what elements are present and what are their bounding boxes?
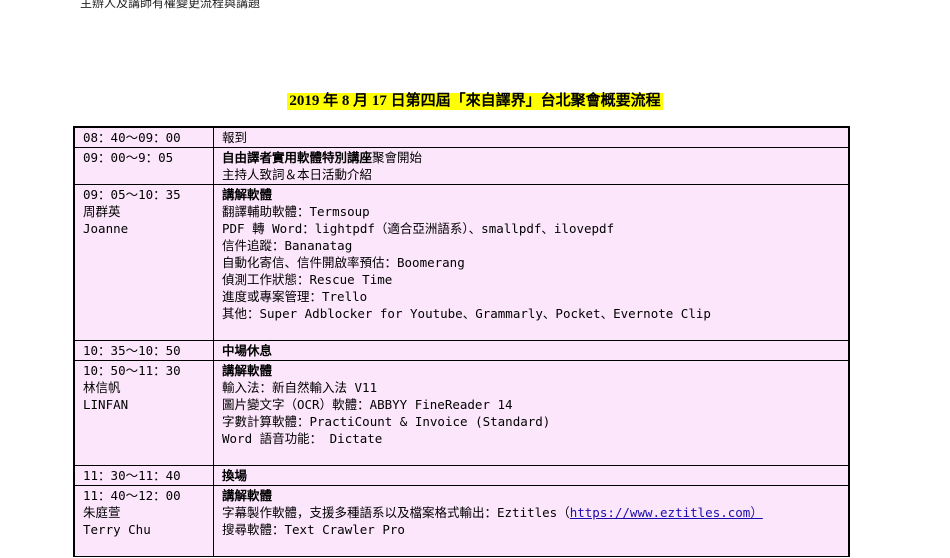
content-cell: 報到	[213, 126, 850, 148]
time-cell: 11：30～11：40	[73, 465, 214, 486]
time-cell: 09：00～9：05	[73, 147, 214, 185]
content-line: Word 語音功能： Dictate	[222, 431, 383, 446]
content-cell: 講解軟體 字幕製作軟體，支援多種語系以及檔案格式輸出：Eztitles（http…	[213, 485, 850, 557]
time-range: 09：05～10：35	[83, 187, 181, 202]
session-heading-line: 自由譯者實用軟體特別講座聚會開始	[222, 149, 842, 166]
time-range: 11：40～12：00	[83, 488, 181, 503]
table-row: 11：40～12：00 朱庭萱 Terry Chu 講解軟體 字幕製作軟體，支援…	[73, 485, 850, 557]
content-line: 信件追蹤：Bananatag	[222, 238, 353, 253]
speaker-name: 林信帆	[83, 380, 121, 395]
session-heading: 講解軟體	[222, 187, 273, 202]
session-heading: 講解軟體	[222, 363, 273, 378]
table-row: 09：00～9：05 自由譯者實用軟體特別講座聚會開始 主持人致詞＆本日活動介紹	[73, 147, 850, 185]
content-line: 偵測工作狀態：Rescue Time	[222, 272, 393, 287]
session-heading: 報到	[222, 130, 248, 145]
content-line: 其他：Super Adblocker for Youtube、Grammarly…	[222, 306, 711, 321]
time-cell: 10：50～11：30 林信帆 LINFAN	[73, 360, 214, 466]
content-line: 圖片變文字（OCR）軟體：ABBYY FineReader 14	[222, 397, 513, 412]
speaker-name-en: LINFAN	[83, 397, 129, 412]
session-heading: 換場	[222, 468, 248, 483]
content-line: 主持人致詞＆本日活動介紹	[222, 167, 373, 182]
title-wrap: 2019 年 8 月 17 日第四屆「來自譯界」台北聚會概要流程	[0, 92, 950, 110]
table-row: 09：05～10：35 周群英 Joanne 講解軟體 翻譯輔助軟體：Terms…	[73, 184, 850, 341]
content-cell: 自由譯者實用軟體特別講座聚會開始 主持人致詞＆本日活動介紹	[213, 147, 850, 185]
content-cell: 講解軟體 翻譯輔助軟體：Termsoup PDF 轉 Word：lightpdf…	[213, 184, 850, 341]
session-heading: 講解軟體	[222, 488, 273, 503]
content-line: 字數計算軟體：PractiCount & Invoice (Standard)	[222, 414, 551, 429]
table-row: 10：35～10：50 中場休息	[73, 340, 850, 361]
content-cell: 換場	[213, 465, 850, 486]
eztitles-link[interactable]: https://www.eztitles.com）	[570, 505, 763, 520]
content-line: 自動化寄信、信件開啟率預估：Boomerang	[222, 255, 465, 270]
content-cell: 中場休息	[213, 340, 850, 361]
schedule-table: 08：40～09：00 報到 09：00～9：05 自由譯者實用軟體特別講座聚會…	[73, 126, 850, 557]
time-cell: 11：40～12：00 朱庭萱 Terry Chu	[73, 485, 214, 557]
time-range: 10：50～11：30	[83, 363, 181, 378]
page-title: 2019 年 8 月 17 日第四屆「來自譯界」台北聚會概要流程	[287, 93, 663, 110]
time-cell: 08：40～09：00	[73, 126, 214, 148]
content-line: 翻譯輔助軟體：Termsoup	[222, 204, 370, 219]
time-cell: 09：05～10：35 周群英 Joanne	[73, 184, 214, 341]
speaker-name: 周群英	[83, 204, 121, 219]
content-line-text: 字幕製作軟體，支援多種語系以及檔案格式輸出：Eztitles（	[222, 505, 570, 520]
speaker-name: 朱庭萱	[83, 505, 121, 520]
speaker-name-en: Joanne	[83, 221, 129, 236]
table-row: 10：50～11：30 林信帆 LINFAN 講解軟體 輸入法：新自然輸入法 V…	[73, 360, 850, 466]
content-cell: 講解軟體 輸入法：新自然輸入法 V11 圖片變文字（OCR）軟體：ABBYY F…	[213, 360, 850, 466]
session-heading: 自由譯者實用軟體特別講座	[222, 150, 373, 165]
session-heading-suffix: 聚會開始	[372, 150, 423, 165]
time-cell: 10：35～10：50	[73, 340, 214, 361]
content-line: 搜尋軟體：Text Crawler Pro	[222, 522, 405, 537]
header-note: 主辦人及講師有權變更流程與講題	[80, 0, 261, 10]
table-row: 11：30～11：40 換場	[73, 465, 850, 486]
table-row: 08：40～09：00 報到	[73, 126, 850, 148]
content-line: 進度或專案管理：Trello	[222, 289, 368, 304]
session-heading: 中場休息	[222, 343, 273, 358]
content-line: 輸入法：新自然輸入法 V11	[222, 380, 378, 395]
content-line: PDF 轉 Word：lightpdf（適合亞洲語系）、smallpdf、ilo…	[222, 221, 615, 236]
content-line: 字幕製作軟體，支援多種語系以及檔案格式輸出：Eztitles（https://w…	[222, 504, 842, 521]
speaker-name-en: Terry Chu	[83, 522, 151, 537]
